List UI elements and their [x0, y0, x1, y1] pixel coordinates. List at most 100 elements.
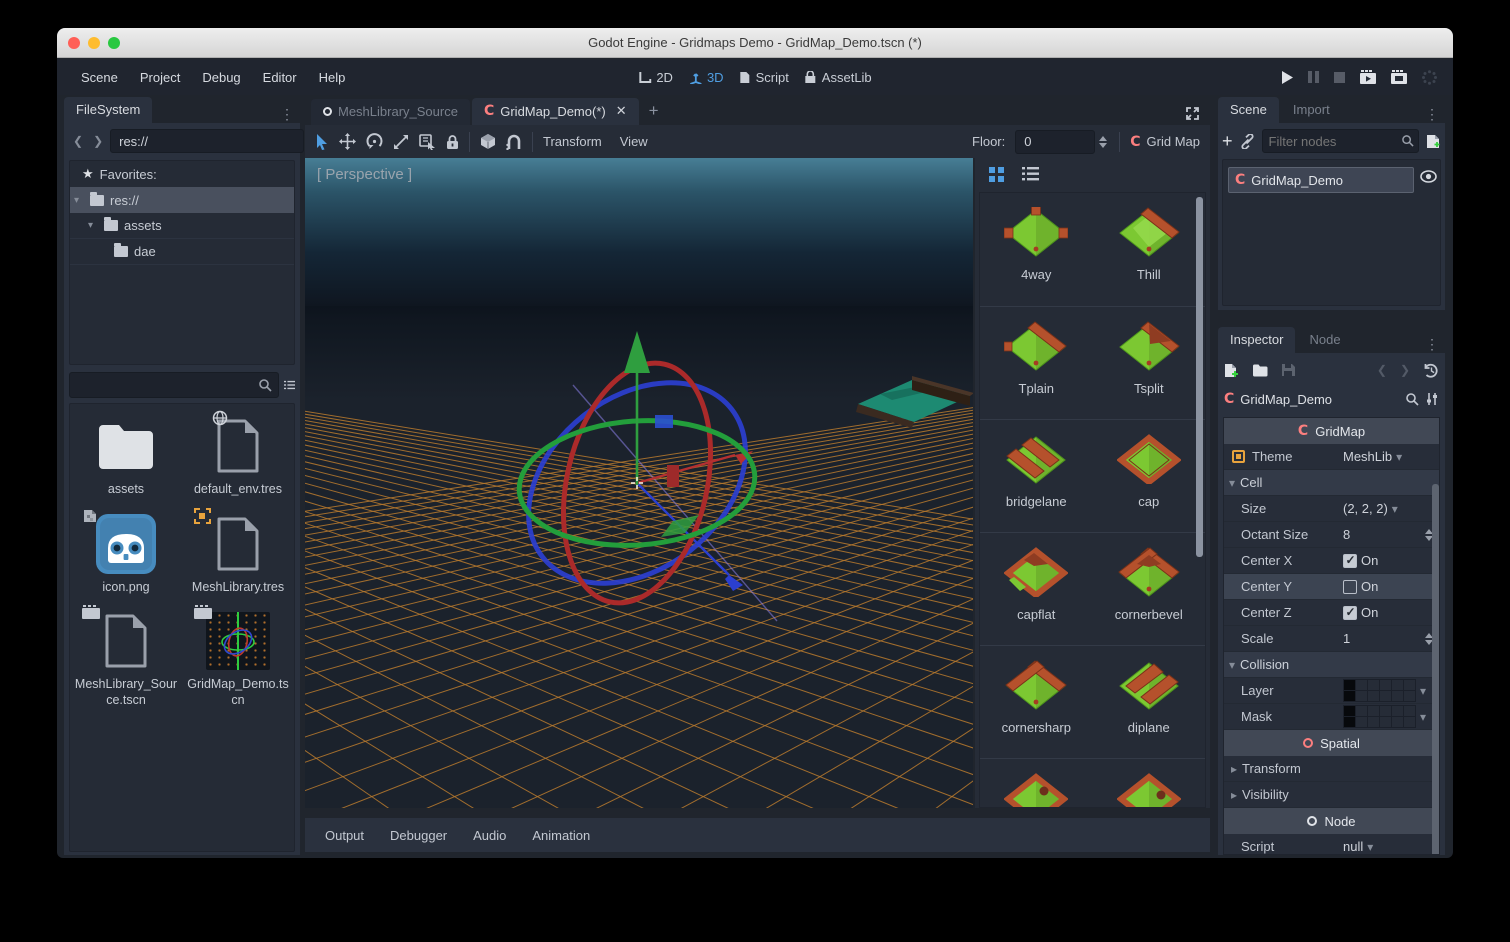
move-tool-button[interactable]	[339, 133, 356, 150]
menu-editor[interactable]: Editor	[253, 65, 307, 90]
load-resource-icon[interactable]	[1252, 364, 1268, 377]
transform-menu[interactable]: Transform	[543, 134, 602, 149]
debugger-button[interactable]: Debugger	[380, 824, 457, 847]
fs-search-input[interactable]	[69, 372, 279, 398]
view-menu[interactable]: View	[620, 134, 648, 149]
select-tool-button[interactable]	[315, 134, 329, 150]
tab-scene[interactable]: Scene	[1218, 97, 1279, 123]
file-item[interactable]: MeshLibrary.tres	[182, 512, 294, 596]
tree-item-res[interactable]: ▾ res://	[70, 187, 294, 213]
palette-item-4way[interactable]: 4way	[980, 193, 1093, 306]
file-item[interactable]: assets	[70, 414, 182, 498]
fs-path-input[interactable]	[110, 129, 304, 153]
chevron-down-icon[interactable]: ▾	[1420, 684, 1426, 698]
tree-item-dae[interactable]: dae	[70, 239, 294, 265]
palette-item-cap[interactable]: cap	[1093, 420, 1206, 532]
scale-tool-button[interactable]	[393, 134, 409, 150]
palette-item-cornerbevel[interactable]: cornerbevel	[1093, 533, 1206, 645]
fs-forward-button[interactable]: ❯	[90, 134, 106, 148]
chevron-down-icon[interactable]: ▾	[1396, 450, 1402, 464]
palette-item-cropped[interactable]	[980, 759, 1093, 808]
property-size[interactable]: Size (2, 2, 2)▾	[1224, 496, 1439, 522]
instance-scene-icon[interactable]	[1240, 134, 1255, 149]
inspector-scrollbar[interactable]	[1432, 484, 1439, 855]
output-button[interactable]: Output	[315, 824, 374, 847]
visibility-eye-icon[interactable]	[1420, 170, 1437, 183]
checkbox-unchecked-icon[interactable]	[1343, 580, 1357, 594]
menu-project[interactable]: Project	[130, 65, 190, 90]
menu-scene[interactable]: Scene	[71, 65, 128, 90]
fs-back-button[interactable]: ❮	[70, 134, 86, 148]
palette-item-tplain[interactable]: Tplain	[980, 307, 1093, 419]
floor-spinbox[interactable]: 0	[1015, 130, 1095, 154]
palette-item-diplane[interactable]: diplane	[1093, 646, 1206, 758]
palette-item-cropped[interactable]	[1093, 759, 1206, 808]
scene-dock-menu-button[interactable]: ⋮	[1419, 106, 1445, 123]
tab-import[interactable]: Import	[1281, 97, 1342, 123]
object-history-icon[interactable]	[1423, 363, 1439, 378]
inspector-menu-button[interactable]: ⋮	[1419, 336, 1445, 353]
switch-script-button[interactable]: Script	[740, 70, 789, 85]
lock-icon[interactable]	[446, 134, 459, 150]
file-item[interactable]: MeshLibrary_Source.tscn	[70, 609, 182, 708]
audio-button[interactable]: Audio	[463, 824, 516, 847]
menu-help[interactable]: Help	[309, 65, 356, 90]
minimize-window-button[interactable]	[88, 37, 100, 49]
chevron-down-icon[interactable]: ▾	[1392, 502, 1398, 516]
tree-item-favorites[interactable]: ★ Favorites:	[70, 161, 294, 187]
save-resource-icon[interactable]	[1281, 363, 1295, 377]
palette-item-capflat[interactable]: capflat	[980, 533, 1093, 645]
play-scene-button[interactable]	[1360, 70, 1376, 84]
property-collision-mask[interactable]: Mask ▾	[1224, 704, 1439, 730]
tab-gridmap-demo[interactable]: C GridMap_Demo(*) ✕	[472, 98, 639, 125]
property-center-x[interactable]: Center X On	[1224, 548, 1439, 574]
scene-node-gridmap-demo[interactable]: C GridMap_Demo	[1228, 167, 1414, 193]
tab-node[interactable]: Node	[1297, 327, 1352, 353]
rotate-tool-button[interactable]	[366, 133, 383, 150]
tab-filesystem[interactable]: FileSystem	[64, 97, 152, 123]
fold-transform[interactable]: ▸ Transform	[1224, 756, 1439, 782]
thumbnail-view-icon[interactable]	[989, 167, 1004, 182]
pause-button[interactable]	[1308, 71, 1319, 83]
checkbox-checked-icon[interactable]	[1343, 554, 1357, 568]
switch-2d-button[interactable]: 2D	[638, 70, 673, 85]
animation-button[interactable]: Animation	[522, 824, 600, 847]
file-item[interactable]: default_env.tres	[182, 414, 294, 498]
search-properties-icon[interactable]	[1406, 393, 1419, 406]
switch-3d-button[interactable]: 3D	[689, 70, 724, 85]
floor-spin-arrows[interactable]	[1099, 136, 1109, 148]
zoom-window-button[interactable]	[108, 37, 120, 49]
transform-gizmo[interactable]	[477, 323, 797, 643]
palette-scrollbar[interactable]	[1196, 197, 1203, 557]
chevron-down-icon[interactable]: ▾	[1367, 840, 1373, 854]
object-tools-icon[interactable]	[1425, 392, 1439, 406]
section-collision[interactable]: ▾ Collision	[1224, 652, 1439, 678]
add-node-button[interactable]: +	[1222, 132, 1233, 150]
tab-inspector[interactable]: Inspector	[1218, 327, 1295, 353]
property-center-y[interactable]: Center Y On	[1224, 574, 1439, 600]
play-custom-scene-button[interactable]	[1391, 70, 1407, 84]
attach-script-icon[interactable]	[1426, 134, 1441, 149]
property-script[interactable]: Script null▾	[1224, 834, 1439, 855]
file-item[interactable]: GridMap_Demo.tscn	[182, 609, 294, 708]
mask-bit-grid[interactable]	[1343, 705, 1416, 728]
group-icon[interactable]	[480, 133, 496, 150]
history-forward-button[interactable]: ❯	[1400, 363, 1410, 377]
new-resource-icon[interactable]	[1224, 363, 1239, 378]
chevron-down-icon[interactable]: ▾	[1420, 710, 1426, 724]
gridmap-menu[interactable]: C Grid Map	[1130, 134, 1200, 150]
play-button[interactable]	[1281, 71, 1293, 84]
file-list-view-toggle-icon[interactable]	[284, 378, 295, 392]
property-theme[interactable]: Theme MeshLib▾	[1224, 444, 1439, 470]
file-item[interactable]: icon.png	[70, 512, 182, 596]
viewport-3d[interactable]: [ Perspective ]	[305, 158, 973, 808]
section-cell[interactable]: ▾ Cell	[1224, 470, 1439, 496]
list-select-tool-button[interactable]	[419, 134, 436, 150]
collapse-icon[interactable]: ▾	[88, 220, 98, 231]
new-tab-button[interactable]: +	[641, 101, 667, 125]
property-scale[interactable]: Scale 1	[1224, 626, 1439, 652]
switch-assetlib-button[interactable]: AssetLib	[805, 70, 872, 85]
layer-bit-grid[interactable]	[1343, 679, 1416, 702]
distraction-free-button[interactable]	[1175, 106, 1210, 125]
menu-debug[interactable]: Debug	[192, 65, 250, 90]
